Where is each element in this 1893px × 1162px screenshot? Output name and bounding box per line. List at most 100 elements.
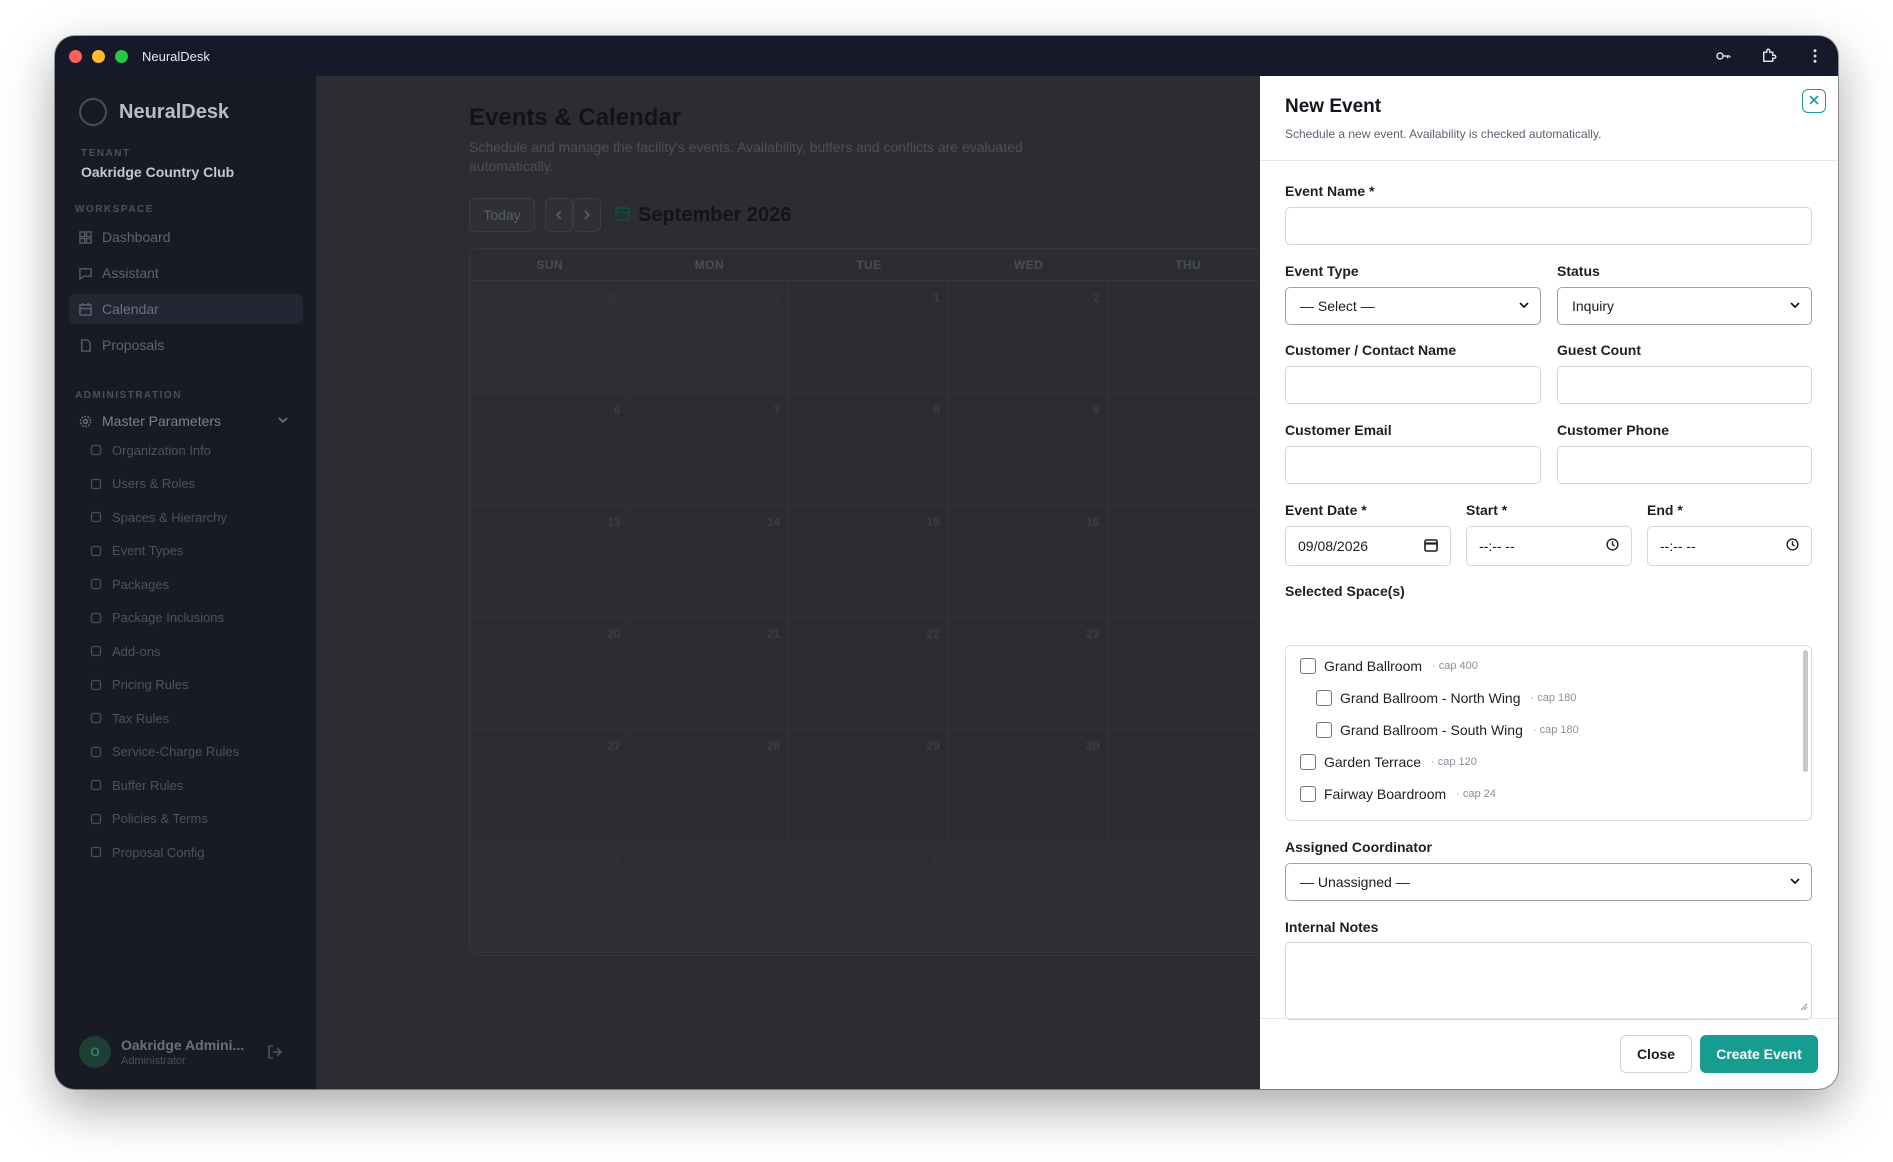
close-window-button[interactable]: [69, 49, 82, 63]
calendar-week-row: 6 7 8 9: [470, 393, 1260, 505]
close-drawer-button[interactable]: [1802, 89, 1826, 113]
sidebar-subitem[interactable]: Users & Roles: [89, 472, 195, 496]
calendar-day-cell[interactable]: [1108, 729, 1260, 841]
guest-count-input[interactable]: [1557, 366, 1812, 404]
calendar-day-cell[interactable]: 4: [470, 841, 630, 953]
calendar-day-cell[interactable]: 27: [470, 729, 630, 841]
maximize-window-button[interactable]: [115, 49, 128, 63]
status-select[interactable]: Inquiry: [1557, 287, 1812, 325]
calendar-day-cell[interactable]: 6: [789, 841, 949, 953]
day-number: 31: [766, 291, 781, 305]
more-vertical-icon[interactable]: [1806, 47, 1824, 65]
sidebar-subitem[interactable]: Organization Info: [89, 438, 211, 462]
customer-phone-label: Customer Phone: [1557, 422, 1670, 438]
internal-notes-textarea[interactable]: [1285, 942, 1812, 1020]
sidebar-subitem[interactable]: Proposal Config: [89, 840, 205, 864]
space-checkbox[interactable]: [1316, 722, 1332, 738]
event-date-input[interactable]: 09/08/2026: [1285, 526, 1451, 566]
scrollbar[interactable]: [1803, 650, 1808, 772]
space-capacity: · cap 24: [1456, 788, 1496, 800]
calendar-day-cell[interactable]: 28: [629, 729, 790, 841]
start-time-input[interactable]: --:-- --: [1466, 526, 1632, 566]
close-button[interactable]: Close: [1620, 1035, 1692, 1073]
calendar-day-cell[interactable]: 14: [629, 505, 790, 617]
calendar-day-cell[interactable]: 22: [789, 617, 949, 729]
selected-spaces-label: Selected Space(s): [1285, 583, 1405, 599]
calendar-day-cell[interactable]: 1: [789, 281, 949, 393]
page-subtitle: Schedule and manage the facility's event…: [469, 139, 1023, 174]
calendar-day-cell[interactable]: [1108, 505, 1260, 617]
spaces-list[interactable]: Grand Ballroom · cap 400 Grand Ballroom - …: [1285, 645, 1812, 821]
event-name-input[interactable]: [1285, 207, 1812, 245]
calendar-day-cell[interactable]: [1108, 617, 1260, 729]
space-checkbox[interactable]: [1300, 658, 1316, 674]
sidebar-subitem[interactable]: Packages: [89, 572, 169, 596]
create-event-button[interactable]: Create Event: [1700, 1035, 1818, 1073]
calendar-day-cell[interactable]: 5: [629, 841, 790, 953]
sidebar-item-label: Dashboard: [102, 229, 171, 245]
today-button[interactable]: Today: [469, 198, 535, 232]
calendar-day-cell[interactable]: 23: [948, 617, 1109, 729]
sidebar-subitem[interactable]: Buffer Rules: [89, 773, 183, 797]
calendar-day-cell[interactable]: 20: [470, 617, 630, 729]
calendar-day-cell[interactable]: 7: [948, 841, 1109, 953]
sidebar-subitem[interactable]: Spaces & Hierarchy: [89, 505, 227, 529]
space-checkbox[interactable]: [1300, 786, 1316, 802]
calendar-week-row: 13 14 15 16: [470, 505, 1260, 617]
calendar-day-cell[interactable]: [1108, 841, 1260, 953]
resize-handle-icon[interactable]: [1799, 998, 1808, 1016]
calendar-day-cell[interactable]: 6: [470, 393, 630, 505]
tenant-label: TENANT: [81, 148, 131, 159]
avatar: O: [79, 1036, 111, 1068]
sidebar-subitem[interactable]: Pricing Rules: [89, 673, 189, 697]
event-type-select[interactable]: — Select —: [1285, 287, 1541, 325]
end-time-input[interactable]: --:-- --: [1647, 526, 1812, 566]
extension-icon[interactable]: [1760, 47, 1778, 65]
calendar-day-cell[interactable]: 9: [948, 393, 1109, 505]
calendar-day-cell[interactable]: 15: [789, 505, 949, 617]
sidebar-item-calendar[interactable]: Calendar: [69, 294, 303, 324]
calendar-icon: [615, 204, 630, 227]
contact-name-input[interactable]: [1285, 366, 1541, 404]
calendar-day-cell[interactable]: 7: [629, 393, 790, 505]
calendar-day-cell[interactable]: 8: [789, 393, 949, 505]
calendar-day-cell[interactable]: [1108, 281, 1260, 393]
calendar-day-cell[interactable]: 30: [948, 729, 1109, 841]
sidebar-item-assistant[interactable]: Assistant: [69, 258, 303, 288]
space-option[interactable]: Grand Ballroom - South Wing · cap 180: [1316, 722, 1579, 738]
next-month-button[interactable]: [573, 198, 601, 232]
sidebar-subitem[interactable]: Add-ons: [89, 639, 160, 663]
minimize-window-button[interactable]: [92, 49, 105, 63]
customer-phone-input[interactable]: [1557, 446, 1812, 484]
calendar-day-cell[interactable]: 30: [470, 281, 630, 393]
user-profile[interactable]: O Oakridge Admini... Administrator: [79, 1036, 244, 1068]
calendar-day-cell[interactable]: 21: [629, 617, 790, 729]
prev-month-button[interactable]: [545, 198, 573, 232]
logout-icon[interactable]: [267, 1044, 283, 1065]
sidebar-subitem[interactable]: Package Inclusions: [89, 606, 224, 630]
calendar-day-cell[interactable]: 29: [789, 729, 949, 841]
space-option[interactable]: Grand Ballroom - North Wing · cap 180: [1316, 690, 1576, 706]
space-checkbox[interactable]: [1316, 690, 1332, 706]
sidebar-subitem[interactable]: Policies & Terms: [89, 807, 208, 831]
space-checkbox[interactable]: [1300, 754, 1316, 770]
customer-email-input[interactable]: [1285, 446, 1541, 484]
space-option[interactable]: Grand Ballroom · cap 400: [1300, 658, 1478, 674]
coordinator-select[interactable]: — Unassigned —: [1285, 863, 1812, 901]
calendar-day-cell[interactable]: 13: [470, 505, 630, 617]
calendar-day-cell[interactable]: 16: [948, 505, 1109, 617]
space-option[interactable]: Fairway Boardroom · cap 24: [1300, 786, 1496, 802]
sidebar-item-proposals[interactable]: Proposals: [69, 330, 303, 360]
sidebar-subitem[interactable]: Event Types: [89, 539, 183, 563]
calendar-icon: [79, 302, 92, 316]
calendar-day-cell[interactable]: 31: [629, 281, 790, 393]
sidebar-item-dashboard[interactable]: Dashboard: [69, 222, 303, 252]
sidebar-subitem[interactable]: Tax Rules: [89, 706, 169, 730]
sidebar-item-master-parameters[interactable]: Master Parameters: [69, 406, 303, 436]
calendar-day-cell[interactable]: [1108, 393, 1260, 505]
space-option[interactable]: Garden Terrace · cap 120: [1300, 754, 1477, 770]
sidebar-subitem[interactable]: Service-Charge Rules: [89, 740, 239, 764]
calendar-day-cell[interactable]: 2: [948, 281, 1109, 393]
key-icon[interactable]: [1714, 47, 1732, 65]
day-number: 13: [607, 515, 621, 529]
